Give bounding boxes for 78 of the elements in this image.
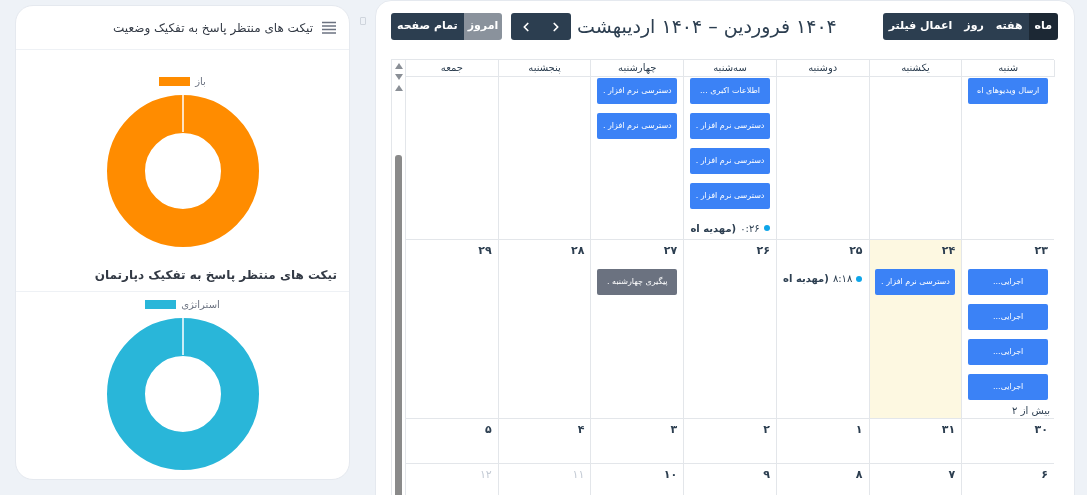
day-cell[interactable]: ۱ bbox=[775, 419, 869, 464]
day-cell[interactable]: ۲۳ اجرایی... اجرایی... اجرایی... اجرایی... بیش از ۲ bbox=[961, 240, 1054, 419]
day-cell[interactable]: ۴ bbox=[497, 419, 591, 464]
day-cell[interactable]: ۲۵ ۸:۱۸ (مهدیه اه bbox=[775, 240, 869, 419]
day-cell[interactable]: ارسال ویدیوهای اه bbox=[961, 77, 1054, 240]
calendar-event[interactable]: اجرایی... bbox=[968, 373, 1049, 400]
day-number: ۲ bbox=[762, 422, 771, 438]
day-cell[interactable]: ۵ bbox=[405, 419, 498, 464]
day-cell[interactable]: ۳۱ bbox=[868, 419, 962, 464]
more-link[interactable]: بیش از ۲ bbox=[962, 402, 1054, 418]
day-number: ۳ bbox=[669, 422, 679, 438]
day-cell[interactable]: ۲۴ دسترسی نرم افزار . bbox=[868, 240, 962, 419]
event-time[interactable]: ۸:۱۸ bbox=[832, 271, 853, 286]
day-cell[interactable]: ۲۷ پیگیری چهارشنبه . bbox=[590, 240, 684, 419]
event-time[interactable]: ۰:۲۶ bbox=[740, 220, 760, 236]
day-number: ۹ bbox=[762, 467, 771, 483]
day-number: ۲۹ bbox=[477, 243, 493, 259]
calendar-event[interactable]: اطلاعات اکبری ... bbox=[690, 78, 770, 104]
event-title[interactable]: (مهدیه اه bbox=[783, 271, 829, 286]
calendar-event[interactable]: ارسال ویدیوهای اه bbox=[968, 78, 1049, 104]
day-number: ۱ bbox=[854, 422, 864, 438]
calendar-event[interactable]: دسترسی نرم افزار . bbox=[597, 78, 678, 104]
day-cell[interactable] bbox=[868, 77, 962, 240]
day-cell[interactable]: ۳ bbox=[590, 419, 684, 464]
scroll-up-icon[interactable] bbox=[394, 85, 403, 91]
day-cell[interactable]: ۲ bbox=[683, 419, 776, 464]
day-number: ۱۲ bbox=[478, 467, 493, 483]
day-number: ۳۰ bbox=[1033, 422, 1049, 438]
calendar-event[interactable]: اجرایی... bbox=[968, 338, 1049, 365]
day-number: ۶ bbox=[1040, 467, 1049, 483]
view-tab[interactable]: اعمال فیلتر bbox=[882, 13, 959, 40]
day-cell[interactable]: دسترسی نرم افزار . دسترسی نرم افزار . bbox=[590, 77, 684, 240]
calendar-event[interactable]: اجرایی... bbox=[968, 268, 1049, 295]
chart-title: تیکت های منتظر پاسخ به تفکیک دپارتمان bbox=[94, 267, 337, 284]
scroll-up-icon[interactable] bbox=[394, 63, 403, 69]
day-number: ۲۸ bbox=[570, 243, 586, 259]
event-title[interactable]: (مهدیه اه bbox=[690, 220, 737, 236]
day-cell[interactable]: ۳۰ bbox=[961, 419, 1054, 464]
day-number: ۷ bbox=[947, 467, 957, 483]
day-number: ۳۱ bbox=[940, 422, 957, 438]
legend-label: باز bbox=[195, 74, 206, 89]
calendar-event[interactable]: دسترسی نرم افزار . bbox=[875, 268, 956, 295]
next-button[interactable] bbox=[541, 13, 572, 40]
day-cell[interactable]: ۲۶ bbox=[683, 240, 776, 419]
calendar-event[interactable]: دسترسی نرم افزار . bbox=[690, 148, 770, 174]
view-tab[interactable]: ماه bbox=[1028, 13, 1058, 40]
day-number: ۵ bbox=[484, 422, 493, 438]
menu-icon[interactable] bbox=[321, 20, 337, 35]
calendar-event[interactable]: دسترسی نرم افزار . bbox=[690, 113, 770, 139]
calendar-event[interactable]: دسترسی نرم افزار . bbox=[690, 183, 770, 209]
scrollbar-thumb[interactable] bbox=[395, 155, 402, 495]
day-number: ۱۱ bbox=[571, 467, 586, 483]
day-cell[interactable] bbox=[497, 77, 591, 240]
calendar-event[interactable]: پیگیری چهارشنبه . bbox=[597, 268, 678, 295]
prev-button[interactable] bbox=[511, 13, 542, 40]
day-cell[interactable] bbox=[775, 77, 869, 240]
calendar-event[interactable]: دسترسی نرم افزار . bbox=[597, 113, 678, 139]
fullscreen-button[interactable]: تمام صفحه bbox=[391, 13, 464, 40]
day-number: ۱۰ bbox=[662, 467, 679, 483]
day-number: ۸ bbox=[854, 467, 864, 483]
square-icon bbox=[359, 17, 366, 25]
day-number: ۲۷ bbox=[662, 243, 679, 259]
chart-title: تیکت های منتظر پاسخ به تفکیک وضعیت bbox=[113, 19, 313, 37]
view-tab[interactable]: روز bbox=[958, 13, 990, 40]
day-number: ۲۶ bbox=[755, 243, 771, 259]
day-cell[interactable] bbox=[405, 77, 498, 240]
day-cell[interactable]: ۲۸ bbox=[497, 240, 591, 419]
day-number: ۲۵ bbox=[848, 243, 864, 259]
day-number: ۴ bbox=[576, 422, 586, 438]
day-cell[interactable]: اطلاعات اکبری ... دسترسی نرم افزار . دسترسی نرم افزار . دسترسی نرم افزار . ۰:۲۶ (مهدیه اه bbox=[683, 77, 776, 240]
legend-label: استراتژی bbox=[181, 297, 220, 312]
day-cell[interactable]: ۲۹ bbox=[405, 240, 498, 419]
day-number: ۲۳ bbox=[1033, 243, 1049, 259]
calendar-title: ۱۴۰۴ فروردین – ۱۴۰۴ اردیبهشت bbox=[577, 14, 837, 40]
day-number: ۲۴ bbox=[940, 243, 957, 259]
calendar-event[interactable]: اجرایی... bbox=[968, 303, 1049, 330]
scroll-down-icon[interactable] bbox=[394, 74, 403, 80]
view-tab[interactable]: هفته bbox=[989, 13, 1029, 40]
